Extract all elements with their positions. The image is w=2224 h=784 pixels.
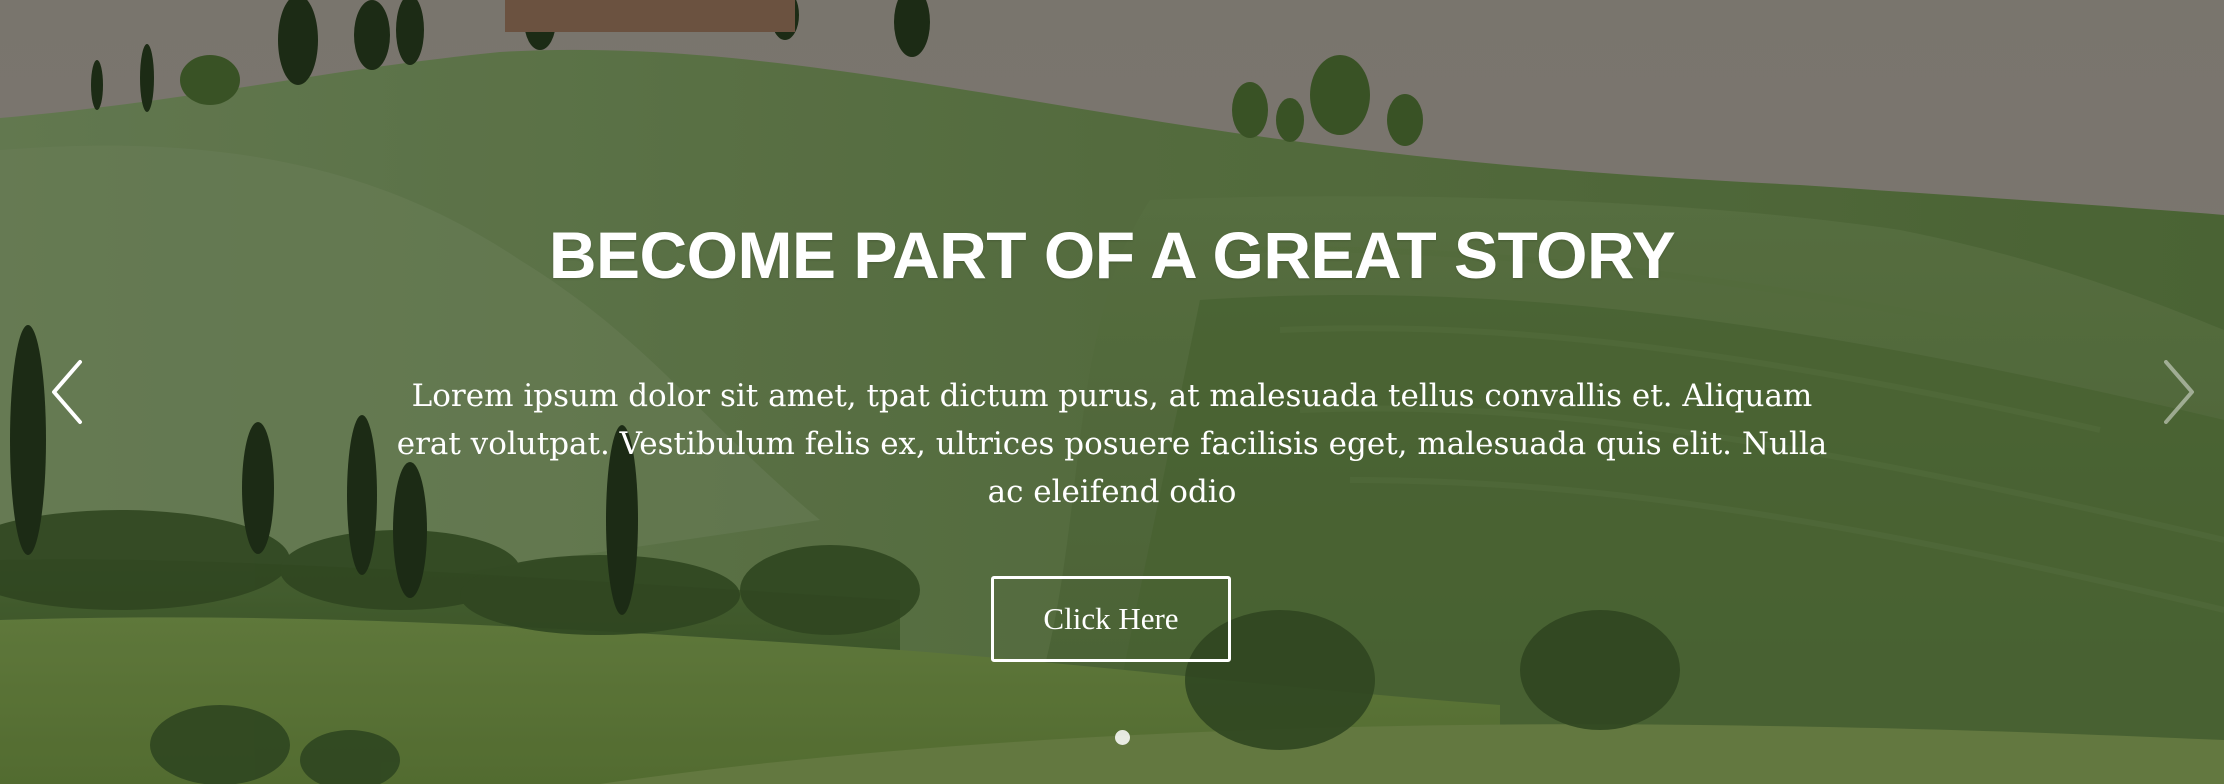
chevron-right-icon — [2164, 360, 2194, 424]
prev-slide-button[interactable] — [36, 352, 106, 432]
click-here-button[interactable]: Click Here — [991, 576, 1231, 662]
hero-description: Lorem ipsum dolor sit amet, tpat dictum … — [396, 378, 1828, 510]
chevron-left-icon — [52, 360, 82, 424]
slide-content: BECOME PART OF A GREAT STORY Lorem ipsum… — [0, 0, 2224, 784]
hero-slider: BECOME PART OF A GREAT STORY Lorem ipsum… — [0, 0, 2224, 784]
next-slide-button[interactable] — [2140, 352, 2210, 432]
pagination-dot[interactable] — [1114, 730, 1130, 745]
slide-pagination — [0, 730, 2224, 745]
hero-title: BECOME PART OF A GREAT STORY — [548, 218, 1676, 292]
